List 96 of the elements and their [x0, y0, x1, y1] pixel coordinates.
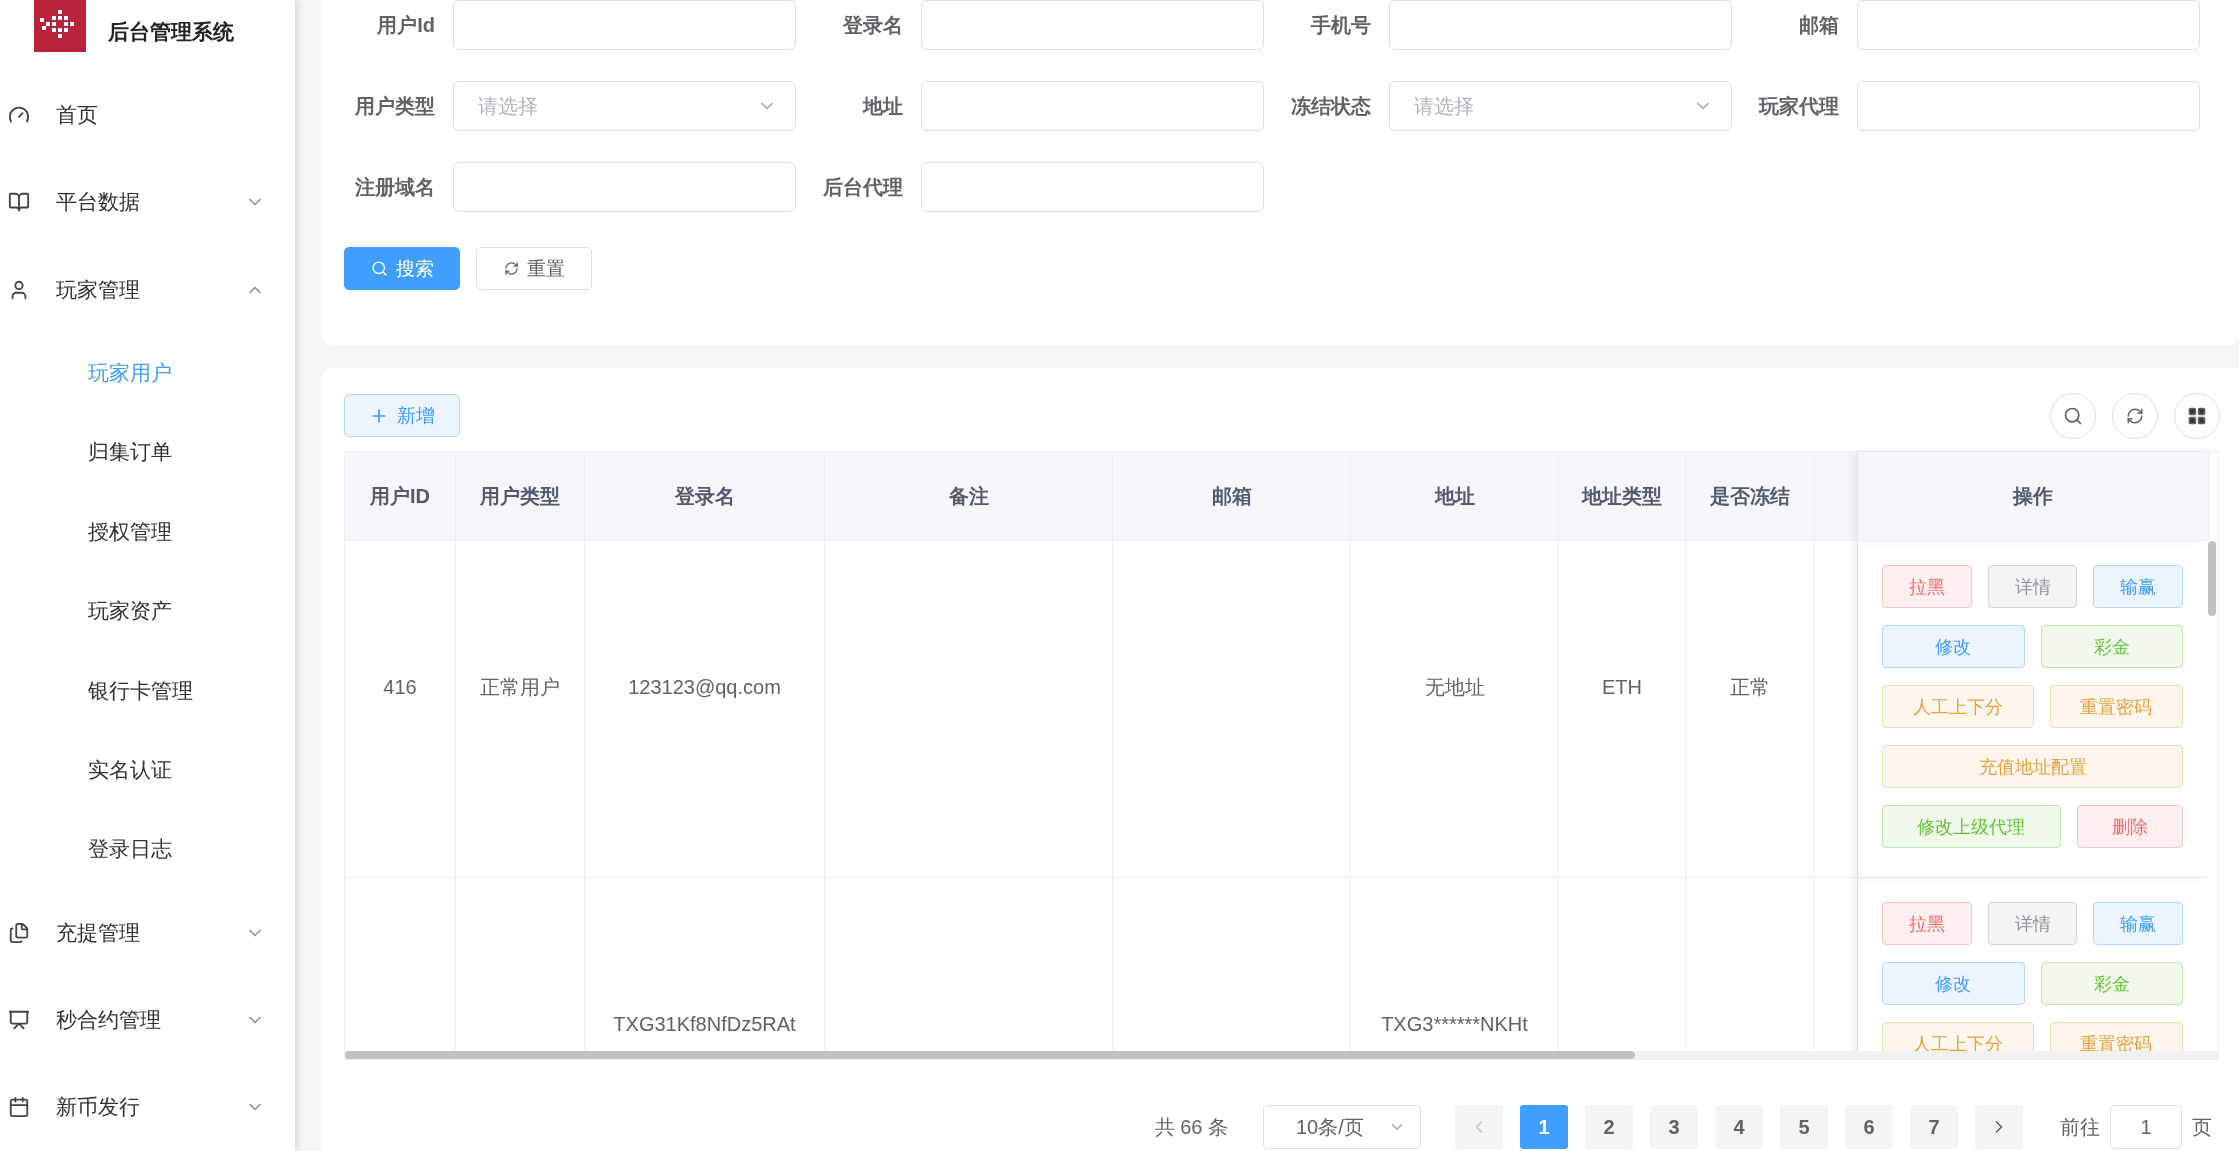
- total-count: 共 66 条: [1154, 1114, 1228, 1140]
- next-page-button[interactable]: [1975, 1105, 2023, 1149]
- column-header: 是否冻结: [1686, 452, 1815, 541]
- column-header: 登录名: [585, 452, 825, 541]
- input-field[interactable]: [1857, 0, 2200, 50]
- column-header: 地址: [1351, 452, 1559, 541]
- action-button[interactable]: 人工上下分: [1882, 685, 2034, 728]
- action-button[interactable]: 删除: [2076, 805, 2183, 848]
- input-field[interactable]: [921, 162, 1264, 212]
- page-button[interactable]: 5: [1780, 1105, 1828, 1149]
- column-header: 用户类型: [456, 452, 585, 541]
- search-button[interactable]: [2050, 392, 2096, 439]
- page-button[interactable]: 3: [1650, 1105, 1698, 1149]
- field-label: 邮箱: [1798, 12, 1840, 38]
- submenu-item[interactable]: 实名认证: [0, 730, 295, 810]
- grid-icon: [2187, 405, 2207, 426]
- submenu-item[interactable]: 玩家用户: [0, 333, 295, 413]
- field-label: 用户Id: [376, 12, 436, 38]
- input-field[interactable]: [921, 81, 1264, 131]
- action-button[interactable]: 彩金: [2040, 625, 2183, 668]
- page-suffix: 页: [2192, 1114, 2212, 1140]
- page-button[interactable]: 7: [1910, 1105, 1958, 1149]
- page-button[interactable]: 1: [1520, 1105, 1568, 1149]
- action-button[interactable]: 输赢: [2093, 902, 2183, 945]
- page-input[interactable]: 1: [2110, 1105, 2182, 1149]
- action-button[interactable]: 拉黑: [1882, 565, 1972, 608]
- submenu-item[interactable]: 玩家资产: [0, 571, 295, 651]
- action-button[interactable]: 彩金: [2040, 962, 2183, 1005]
- action-button[interactable]: 修改: [1882, 962, 2025, 1005]
- action-button[interactable]: 修改: [1882, 625, 2025, 668]
- action-button[interactable]: 拉黑: [1882, 902, 1972, 945]
- input-field[interactable]: [921, 0, 1264, 50]
- column-header: 用户ID: [345, 452, 456, 541]
- search-icon: [2063, 405, 2083, 426]
- add-button[interactable]: 新增: [344, 394, 460, 437]
- field-label: 冻结状态: [1290, 93, 1372, 119]
- calendar-icon: [8, 1096, 30, 1119]
- page-button[interactable]: 6: [1845, 1105, 1893, 1149]
- scrollbar-thumb[interactable]: [2208, 541, 2216, 616]
- menu-item[interactable]: 充提管理: [0, 889, 295, 977]
- column-header: 操作: [1858, 452, 2209, 541]
- table-cell: 416: [345, 541, 456, 878]
- select-field[interactable]: 请选择: [453, 81, 796, 131]
- table-cell: 123123@qq.com: [585, 541, 825, 878]
- input-field[interactable]: [1857, 81, 2200, 131]
- action-button[interactable]: 输赢: [2093, 565, 2183, 608]
- submenu-item[interactable]: 银行卡管理: [0, 650, 295, 731]
- field-label: 用户类型: [354, 93, 436, 119]
- input-field[interactable]: [453, 0, 796, 50]
- table-cell: 正常用户: [456, 541, 585, 878]
- action-button[interactable]: 详情: [1987, 565, 2078, 608]
- prev-page-button[interactable]: [1455, 1105, 1503, 1149]
- table-cell: ETH: [1559, 541, 1686, 878]
- table-cell: 正常: [1686, 541, 1815, 878]
- menu-item[interactable]: 首页: [0, 71, 295, 159]
- input-field[interactable]: [1389, 0, 1732, 50]
- chart-board-icon: [8, 1008, 30, 1031]
- menu-item[interactable]: 玩家管理: [0, 246, 295, 334]
- submenu-item[interactable]: 登录日志: [0, 809, 295, 889]
- page-size-select[interactable]: 10条/页: [1263, 1105, 1421, 1149]
- select-field[interactable]: 请选择: [1389, 81, 1732, 131]
- field-label: 玩家代理: [1757, 93, 1840, 119]
- page-button[interactable]: 2: [1585, 1105, 1633, 1149]
- column-header: 地址类型: [1559, 452, 1686, 541]
- menu-item[interactable]: 新币发行: [0, 1063, 295, 1151]
- submenu-item[interactable]: 归集订单: [0, 412, 295, 493]
- field-label: 地址: [861, 93, 904, 119]
- action-button[interactable]: 详情: [1987, 902, 2078, 945]
- files-icon: [8, 921, 30, 944]
- page-button[interactable]: 4: [1715, 1105, 1763, 1149]
- field-label: 后台代理: [822, 174, 904, 200]
- columns-button[interactable]: [2174, 392, 2220, 439]
- app-title: 后台管理系统: [108, 19, 234, 45]
- column-header: 邮箱: [1113, 452, 1351, 541]
- refresh-icon: [2126, 406, 2144, 425]
- menu-item[interactable]: 平台数据: [0, 158, 295, 247]
- jump-label: 前往: [2060, 1114, 2100, 1140]
- refresh-icon: [503, 261, 519, 276]
- action-button[interactable]: 修改上级代理: [1882, 805, 2061, 848]
- action-button[interactable]: 重置密码: [2049, 1022, 2183, 1051]
- column-header: 备注: [825, 452, 1113, 541]
- field-label: 注册域名: [354, 174, 436, 200]
- menu-item[interactable]: 秒合约管理: [0, 976, 295, 1064]
- submenu-item[interactable]: 授权管理: [0, 492, 295, 572]
- action-button[interactable]: 重置密码: [2049, 685, 2183, 728]
- search-icon: [370, 260, 388, 277]
- action-button[interactable]: 充值地址配置: [1882, 745, 2183, 788]
- field-label: 登录名: [842, 12, 904, 38]
- refresh-button[interactable]: [2112, 392, 2158, 439]
- reset-button[interactable]: 重置: [476, 247, 592, 290]
- input-field[interactable]: [453, 162, 796, 212]
- search-button[interactable]: 搜索: [344, 247, 460, 290]
- table-cell: 无地址: [1351, 541, 1559, 878]
- book-icon: [8, 191, 30, 214]
- field-label: 手机号: [1310, 12, 1372, 38]
- scrollbar-thumb[interactable]: [345, 1051, 1635, 1059]
